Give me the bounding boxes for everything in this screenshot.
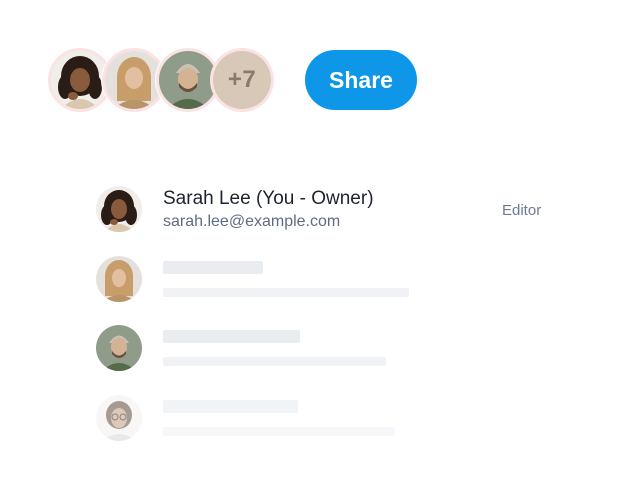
member-name: Sarah Lee (You - Owner)	[163, 188, 374, 209]
avatar-photo-man-beanie	[159, 51, 217, 109]
avatar-photo-woman-blonde	[105, 51, 163, 109]
skeleton-email-placeholder	[163, 357, 386, 366]
skeleton-name-placeholder	[163, 330, 300, 343]
skeleton-email-placeholder	[163, 427, 395, 436]
skeleton-email-placeholder	[163, 288, 409, 297]
avatar-photo-woman-blonde	[96, 256, 142, 302]
skeleton-name-placeholder	[163, 400, 298, 413]
collaborator-avatar-stack[interactable]: +7	[48, 48, 278, 112]
member-row-loading	[96, 395, 556, 443]
avatar	[96, 395, 142, 441]
avatar	[96, 186, 142, 232]
avatar	[96, 256, 142, 302]
avatar-photo-woman-curly	[51, 51, 109, 109]
avatar-photo-man-beanie	[96, 325, 142, 371]
member-row-loading	[96, 256, 556, 304]
member-email: sarah.lee@example.com	[163, 213, 341, 230]
more-count-label: +7	[213, 51, 271, 109]
more-collaborators-count[interactable]: +7	[210, 48, 274, 112]
avatar	[96, 325, 142, 371]
skeleton-name-placeholder	[163, 261, 263, 274]
member-role-editor[interactable]: Editor	[502, 202, 541, 219]
member-row-owner[interactable]: Sarah Lee (You - Owner) sarah.lee@exampl…	[96, 186, 556, 234]
member-row-loading	[96, 325, 556, 373]
avatar-photo-woman-curly	[96, 186, 142, 232]
share-button[interactable]: Share	[305, 50, 417, 110]
avatar-photo-woman-glasses	[96, 395, 142, 441]
